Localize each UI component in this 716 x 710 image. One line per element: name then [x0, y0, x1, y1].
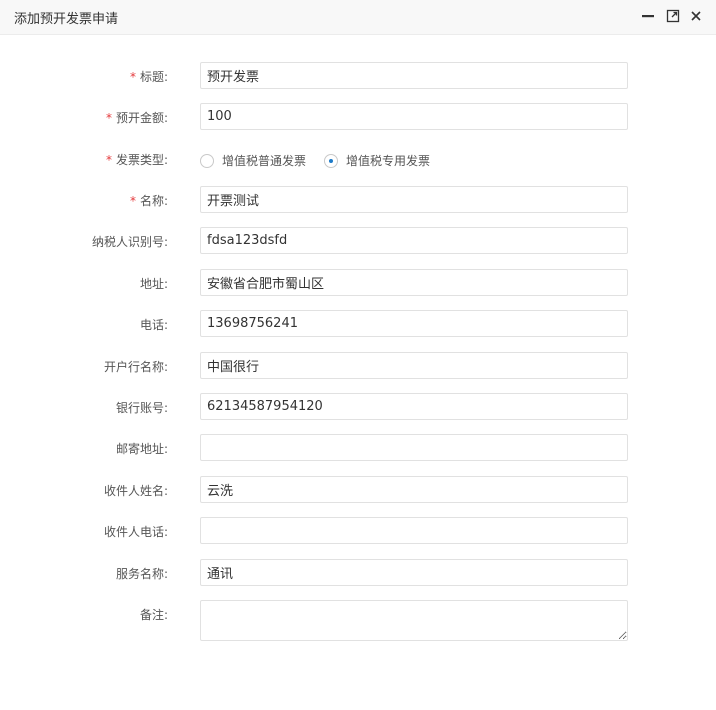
- name-input[interactable]: [200, 186, 628, 213]
- phone-input[interactable]: [200, 310, 628, 337]
- title-label: * 标题:: [129, 70, 168, 84]
- required-star: *: [105, 153, 112, 167]
- bank-name-label: 开户行名称:: [103, 360, 168, 374]
- bank-name-input[interactable]: [200, 352, 628, 379]
- recipient-phone-label: 收件人电话:: [103, 525, 168, 539]
- radio-ordinary-label: 增值税普通发票: [222, 154, 307, 168]
- mail-address-input[interactable]: [200, 434, 628, 461]
- address-input[interactable]: [200, 269, 628, 296]
- radio-ordinary-icon[interactable]: [200, 153, 214, 168]
- tax-id-label: 纳税人识别号:: [91, 235, 168, 249]
- recipient-phone-input[interactable]: [200, 517, 628, 544]
- radio-special-label: 增值税专用发票: [346, 154, 431, 168]
- radio-option-special[interactable]: 增值税专用发票: [324, 152, 430, 169]
- phone-label: 电话:: [139, 318, 168, 332]
- tax-id-input[interactable]: [200, 227, 628, 254]
- remark-label: 备注:: [139, 608, 168, 622]
- required-star: *: [105, 111, 112, 125]
- recipient-name-input[interactable]: [200, 476, 628, 503]
- service-name-input[interactable]: [200, 559, 628, 586]
- dialog-title: 添加预开发票申请: [14, 12, 119, 27]
- invoice-type-radio-group: 增值税普通发票 增值税专用发票: [200, 152, 448, 169]
- dialog-titlebar: 添加预开发票申请: [0, 0, 716, 35]
- invoice-type-label: * 发票类型:: [105, 153, 168, 167]
- recipient-name-label: 收件人姓名:: [103, 484, 168, 498]
- title-input[interactable]: [200, 62, 628, 89]
- mail-address-label: 邮寄地址:: [115, 442, 168, 456]
- radio-option-ordinary[interactable]: 增值税普通发票: [200, 152, 306, 169]
- dialog-window: 添加预开发票申请 *标题: *预开金额: *发票类: [0, 0, 716, 710]
- amount-label: * 预开金额:: [105, 111, 168, 125]
- service-name-label: 服务名称:: [115, 567, 168, 581]
- close-icon[interactable]: [689, 9, 703, 23]
- amount-input[interactable]: [200, 103, 628, 130]
- remark-textarea[interactable]: [200, 600, 628, 641]
- bank-account-input[interactable]: [200, 393, 628, 420]
- maximize-icon[interactable]: [666, 9, 680, 23]
- bank-account-label: 银行账号:: [115, 401, 168, 415]
- required-star: *: [129, 70, 136, 84]
- radio-special-icon[interactable]: [324, 153, 339, 168]
- required-star: *: [129, 194, 136, 208]
- minimize-icon[interactable]: [641, 9, 655, 23]
- name-label: * 名称:: [129, 194, 168, 208]
- address-label: 地址:: [139, 277, 168, 291]
